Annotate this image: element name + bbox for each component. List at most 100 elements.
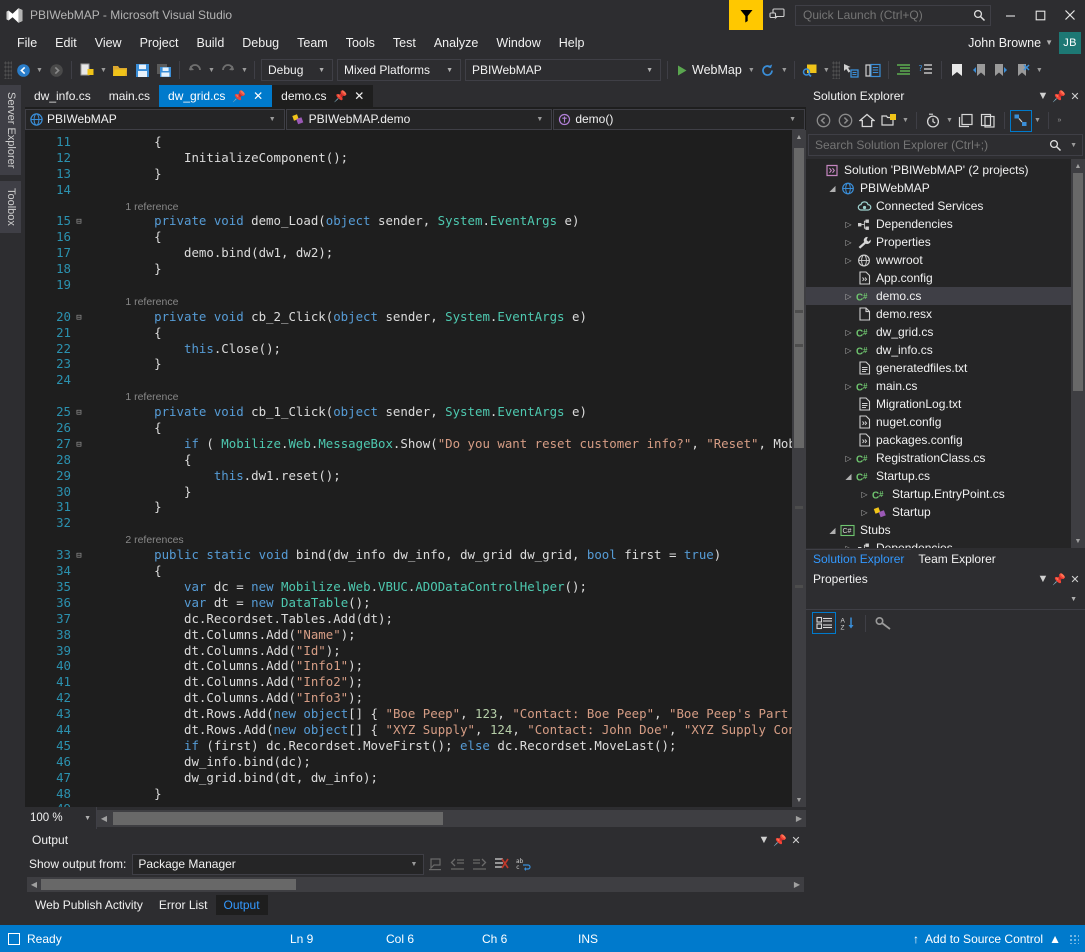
send-feedback-icon[interactable]: [729, 0, 763, 30]
solution-tree-scrollbar[interactable]: ▲ ▼: [1071, 159, 1085, 548]
scroll-left-arrow[interactable]: ◀: [27, 880, 41, 889]
close-button[interactable]: [1055, 0, 1085, 30]
previous-bookmark-icon[interactable]: [968, 59, 990, 81]
close-icon[interactable]: ✕: [354, 89, 364, 103]
tab-solution-explorer[interactable]: Solution Explorer: [806, 549, 912, 568]
startup-project-combo[interactable]: PBIWebMAP ▼: [465, 59, 661, 81]
close-icon[interactable]: ✕: [253, 89, 263, 103]
nav-member-combo[interactable]: demo() ▼: [553, 108, 805, 130]
output-hscroll-thumb[interactable]: [41, 879, 296, 890]
menu-analyze[interactable]: Analyze: [425, 33, 487, 53]
redo-dropdown[interactable]: ▼: [239, 59, 250, 81]
uncomment-lines-icon[interactable]: ?: [915, 59, 937, 81]
tab-error-list[interactable]: Error List: [151, 895, 216, 915]
zoom-combo[interactable]: 100 % ▼: [25, 807, 97, 829]
property-pages-icon[interactable]: [871, 612, 895, 634]
tab-output[interactable]: Output: [215, 895, 268, 915]
tree-expander[interactable]: ◢: [842, 472, 855, 481]
chevron-up-icon[interactable]: ▲: [1049, 932, 1061, 946]
pin-icon[interactable]: 📌: [232, 90, 246, 103]
tree-item[interactable]: ▷ Startup: [806, 503, 1071, 521]
scroll-right-arrow[interactable]: ▶: [792, 814, 806, 823]
add-to-source-control-button[interactable]: Add to Source Control: [925, 932, 1043, 946]
solution-search-input[interactable]: [815, 138, 1050, 152]
menu-edit[interactable]: Edit: [46, 33, 86, 53]
tree-expander[interactable]: ▷: [858, 490, 871, 499]
tree-item[interactable]: ▷ C # main.cs: [806, 377, 1071, 395]
navigate-backward-dropdown[interactable]: ▼: [34, 59, 45, 81]
start-debugging-dropdown[interactable]: ▼: [746, 59, 757, 81]
scroll-up-arrow[interactable]: ▲: [792, 130, 806, 144]
go-to-definition-icon[interactable]: [840, 59, 862, 81]
pin-icon[interactable]: 📌: [772, 834, 788, 847]
find-all-references-icon[interactable]: [862, 59, 884, 81]
notifications-icon[interactable]: [763, 0, 791, 30]
tree-expander[interactable]: ◢: [826, 184, 839, 193]
code-editor[interactable]: 11 {12 InitializeComponent(); 13 } 14 1 re…: [25, 130, 806, 807]
toggle-bookmark-icon[interactable]: [946, 59, 968, 81]
open-file-icon[interactable]: [109, 59, 131, 81]
pin-icon[interactable]: 📌: [1051, 573, 1067, 586]
tree-item[interactable]: nuget.config: [806, 413, 1071, 431]
chevron-down-icon[interactable]: ▼: [84, 815, 91, 822]
undo-dropdown[interactable]: ▼: [206, 59, 217, 81]
chevron-down-icon[interactable]: ▼: [1070, 596, 1077, 603]
chevron-down-icon[interactable]: ▼: [783, 116, 802, 123]
tree-item[interactable]: ▷ Properties: [806, 233, 1071, 251]
menu-tools[interactable]: Tools: [337, 33, 384, 53]
tree-expander[interactable]: ▷: [842, 454, 855, 463]
tree-item[interactable]: ▷ C # dw_info.cs: [806, 341, 1071, 359]
tree-item[interactable]: packages.config: [806, 431, 1071, 449]
tab-web-publish-activity[interactable]: Web Publish Activity: [27, 895, 151, 915]
tree-item[interactable]: ▷ Dependencies: [806, 215, 1071, 233]
show-all-files-icon[interactable]: [878, 110, 900, 132]
tree-expander[interactable]: ▷: [842, 346, 855, 355]
tree-item[interactable]: ▷ wwwroot: [806, 251, 1071, 269]
solution-tree-items[interactable]: Solution 'PBIWebMAP' (2 projects) ◢ PBIWeb…: [806, 159, 1071, 548]
solution-platform-combo[interactable]: Mixed Platforms ▼: [337, 59, 461, 81]
solution-toolbar-overflow[interactable]: »: [1054, 110, 1065, 132]
close-icon[interactable]: ✕: [1067, 90, 1083, 103]
start-debugging-button[interactable]: WebMap: [672, 59, 746, 81]
chevron-down-icon[interactable]: ▼: [313, 67, 330, 74]
solution-search-box[interactable]: ▼: [808, 134, 1083, 156]
menu-build[interactable]: Build: [187, 33, 233, 53]
forward-icon[interactable]: [834, 110, 856, 132]
save-icon[interactable]: [131, 59, 153, 81]
tree-item[interactable]: ◢ PBIWebMAP: [806, 179, 1071, 197]
menu-view[interactable]: View: [86, 33, 131, 53]
navigate-backward-icon[interactable]: [12, 59, 34, 81]
tree-expander[interactable]: ▷: [842, 544, 855, 549]
navigate-forward-icon[interactable]: [45, 59, 67, 81]
tree-expander[interactable]: ▷: [842, 382, 855, 391]
find-in-files-icon[interactable]: [799, 59, 821, 81]
close-icon[interactable]: ✕: [1067, 573, 1083, 586]
tree-item[interactable]: ▷ C # demo.cs: [806, 287, 1071, 305]
tab-team-explorer[interactable]: Team Explorer: [911, 550, 1002, 568]
back-icon[interactable]: [812, 110, 834, 132]
clear-all-icon[interactable]: [490, 853, 512, 875]
toolbar-grip[interactable]: [4, 61, 12, 79]
panel-drag-dots[interactable]: [912, 95, 1027, 97]
tab-demo-cs[interactable]: demo.cs 📌 ✕: [272, 85, 374, 107]
close-icon[interactable]: ✕: [788, 834, 804, 847]
undo-icon[interactable]: [184, 59, 206, 81]
home-icon[interactable]: [856, 110, 878, 132]
comment-lines-icon[interactable]: [893, 59, 915, 81]
quick-launch-box[interactable]: [795, 4, 991, 26]
tree-expander[interactable]: ▷: [842, 292, 855, 301]
tree-item[interactable]: generatedfiles.txt: [806, 359, 1071, 377]
chevron-down-icon[interactable]: ▼: [1045, 38, 1053, 47]
minimize-button[interactable]: [995, 0, 1025, 30]
menu-window[interactable]: Window: [487, 33, 549, 53]
scroll-up-arrow[interactable]: ▲: [1071, 159, 1085, 173]
toggle-word-wrap-icon[interactable]: ab c: [512, 853, 534, 875]
scroll-left-arrow[interactable]: ◀: [97, 814, 111, 823]
categorized-view-icon[interactable]: [812, 612, 836, 634]
panel-drag-dots[interactable]: [875, 578, 1027, 580]
menu-test[interactable]: Test: [384, 33, 425, 53]
panel-menu-icon[interactable]: ▼: [756, 834, 772, 846]
find-dropdown[interactable]: ▼: [821, 59, 832, 81]
tab-dw-info-cs[interactable]: dw_info.cs: [25, 85, 100, 107]
menu-project[interactable]: Project: [131, 33, 188, 53]
